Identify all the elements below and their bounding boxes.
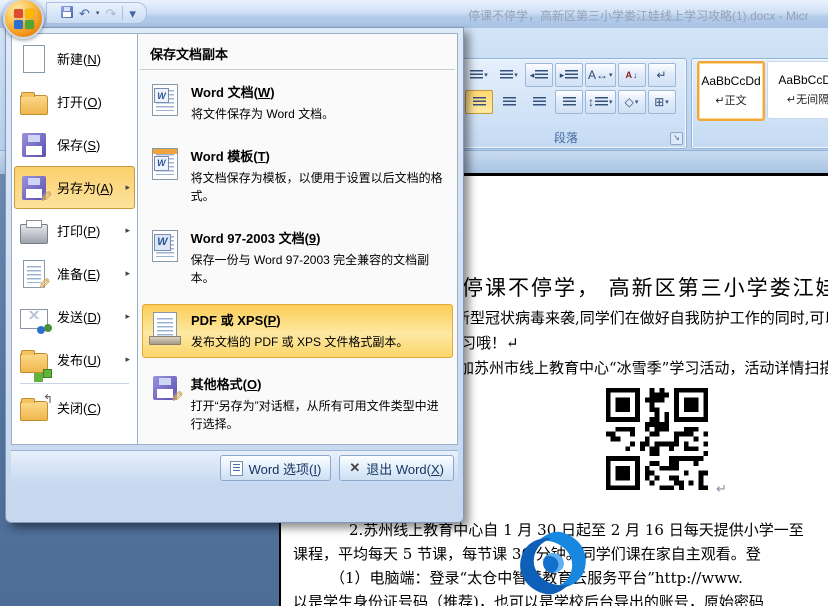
office-button[interactable] bbox=[3, 0, 44, 39]
character-scaling-button[interactable]: A↔▾ bbox=[585, 63, 616, 87]
publish-icon bbox=[19, 347, 49, 373]
document-line: 习哦！↵ bbox=[461, 332, 519, 353]
close-x-icon: ✕ bbox=[349, 460, 360, 476]
save-as-submenu: 保存文档副本 W Word 文档(W) 将文件保存为 Word 文档。 W bbox=[137, 33, 458, 445]
printer-icon bbox=[19, 218, 49, 244]
qat-separator bbox=[122, 6, 123, 20]
window-title: 停课不停学，高新区第三小学娄江娃线上学习攻略(1).docx - Micr bbox=[468, 7, 809, 24]
paragraph-mark: ↵ bbox=[716, 481, 727, 497]
line-spacing-button[interactable]: ↕▾ bbox=[585, 90, 616, 114]
decrease-indent-button[interactable]: ◂ bbox=[525, 63, 553, 87]
word-template-icon: W bbox=[149, 146, 181, 206]
word-97-2003-icon: W bbox=[149, 228, 181, 288]
video-watermark-icon bbox=[511, 525, 595, 601]
menu-item-open[interactable]: 打开(O) bbox=[14, 80, 135, 123]
submenu-item-other-formats[interactable]: ✎ 其他格式(O) 打开“另存为”对话框，从所有可用文件类型中进行选择。 bbox=[142, 368, 453, 440]
document-line: 新型冠状病毒来袭,同学们在做好自我防护工作的同时,可以 bbox=[455, 307, 828, 328]
qr-code-image bbox=[601, 383, 713, 495]
paragraph-dialog-launcher-icon[interactable]: ↘ bbox=[670, 132, 683, 145]
style-normal[interactable]: AaBbCcDd ↵正文 bbox=[697, 61, 765, 121]
menu-item-send[interactable]: 发送(D) ▸ bbox=[14, 295, 135, 338]
style-no-spacing[interactable]: AaBbCcDd ↵无间隔 bbox=[767, 61, 828, 119]
multilevel-list-button[interactable]: ▾ bbox=[495, 63, 523, 87]
align-right-button[interactable] bbox=[495, 90, 523, 114]
submenu-arrow-icon: ▸ bbox=[125, 225, 130, 236]
exit-word-button[interactable]: ✕ 退出 Word(X) bbox=[339, 455, 454, 481]
menu-item-save-as[interactable]: ✎ 另存为(A) ▸ bbox=[14, 166, 135, 209]
numbered-list-button[interactable]: ▾ bbox=[465, 63, 493, 87]
qat-customize-icon[interactable]: ▾ bbox=[129, 7, 136, 20]
menu-item-new[interactable]: 新建(N) bbox=[14, 37, 135, 80]
quick-access-toolbar: ↶ ▾ ↷ ▾ bbox=[46, 2, 147, 24]
paragraph-group-label: 段落 bbox=[460, 129, 672, 146]
menu-item-prepare[interactable]: ✎ 准备(E) ▸ bbox=[14, 252, 135, 295]
redo-icon[interactable]: ↷ bbox=[105, 7, 116, 20]
close-folder-icon: ↰ bbox=[19, 395, 49, 421]
undo-icon[interactable]: ↶ bbox=[79, 7, 90, 20]
new-document-icon bbox=[19, 45, 49, 73]
office-logo-icon bbox=[14, 9, 23, 18]
menu-divider bbox=[20, 383, 129, 384]
submenu-header: 保存文档副本 bbox=[150, 44, 445, 63]
submenu-item-word-document[interactable]: W Word 文档(W) 将文件保存为 Word 文档。 bbox=[142, 76, 453, 130]
submenu-arrow-icon: ▸ bbox=[125, 354, 130, 365]
submenu-separator bbox=[140, 69, 455, 70]
menu-item-save[interactable]: 保存(S) bbox=[14, 123, 135, 166]
submenu-arrow-icon: ▸ bbox=[125, 268, 130, 279]
justify-button[interactable] bbox=[525, 90, 553, 114]
document-line: 加苏州市线上教育中心“冰雪季”学习活动，活动详情扫描二 bbox=[459, 357, 828, 378]
office-menu-left-pane: 新建(N) 打开(O) 保存(S) ✎ 另存为(A) ▸ 打印(P) bbox=[11, 33, 137, 445]
word-document-icon: W bbox=[149, 82, 181, 124]
save-icon[interactable] bbox=[61, 6, 73, 20]
menu-item-close[interactable]: ↰ 关闭(C) bbox=[14, 386, 135, 429]
menu-item-publish[interactable]: 发布(U) ▸ bbox=[14, 338, 135, 381]
pdf-xps-icon bbox=[149, 310, 181, 352]
other-formats-icon: ✎ bbox=[149, 374, 181, 434]
document-heading: 停课不停学， 高新区第三小学娄江娃线上学 bbox=[462, 272, 828, 302]
distributed-button[interactable] bbox=[555, 90, 583, 114]
undo-dropdown-icon[interactable]: ▾ bbox=[96, 10, 100, 17]
save-as-icon: ✎ bbox=[19, 176, 49, 200]
word-application-window: ↶ ▾ ↷ ▾ 停课不停学，高新区第三小学娄江娃线上学习攻略(1).docx -… bbox=[0, 0, 828, 606]
increase-indent-button[interactable]: ▸ bbox=[555, 63, 583, 87]
send-icon bbox=[19, 305, 49, 329]
prepare-icon: ✎ bbox=[19, 260, 49, 288]
styles-group: AaBbCcDd ↵正文 AaBbCcDd ↵无间隔 bbox=[691, 58, 828, 149]
office-menu: 新建(N) 打开(O) 保存(S) ✎ 另存为(A) ▸ 打印(P) bbox=[5, 27, 464, 523]
shading-button[interactable]: ◇▾ bbox=[618, 90, 646, 114]
save-floppy-icon bbox=[19, 133, 49, 157]
submenu-item-word-template[interactable]: W Word 模板(T) 将文档保存为模板，以便用于设置以后文档的格式。 bbox=[142, 140, 453, 212]
options-icon bbox=[230, 461, 243, 476]
sort-button[interactable]: A↓ bbox=[618, 63, 646, 87]
menu-item-print[interactable]: 打印(P) ▸ bbox=[14, 209, 135, 252]
office-menu-footer: Word 选项(I) ✕ 退出 Word(X) bbox=[11, 450, 458, 485]
submenu-item-pdf-xps[interactable]: PDF 或 XPS(P) 发布文档的 PDF 或 XPS 文件格式副本。 bbox=[142, 304, 453, 358]
open-folder-icon bbox=[19, 89, 49, 115]
align-center-button[interactable] bbox=[465, 90, 493, 114]
paragraph-group: ▾ ▾ ◂ ▸ A↔▾ A↓ ↵ ↕▾ ◇▾ ⊞▾ 段落 ↘ bbox=[459, 58, 687, 149]
title-bar: ↶ ▾ ↷ ▾ 停课不停学，高新区第三小学娄江娃线上学习攻略(1).docx -… bbox=[0, 0, 828, 29]
show-hide-paragraph-button[interactable]: ↵ bbox=[648, 63, 676, 87]
submenu-arrow-icon: ▸ bbox=[125, 182, 130, 193]
submenu-arrow-icon: ▸ bbox=[125, 311, 130, 322]
borders-button[interactable]: ⊞▾ bbox=[648, 90, 676, 114]
submenu-item-word-97-2003[interactable]: W Word 97-2003 文档(9) 保存一份与 Word 97-2003 … bbox=[142, 222, 453, 294]
word-options-button[interactable]: Word 选项(I) bbox=[220, 455, 332, 481]
